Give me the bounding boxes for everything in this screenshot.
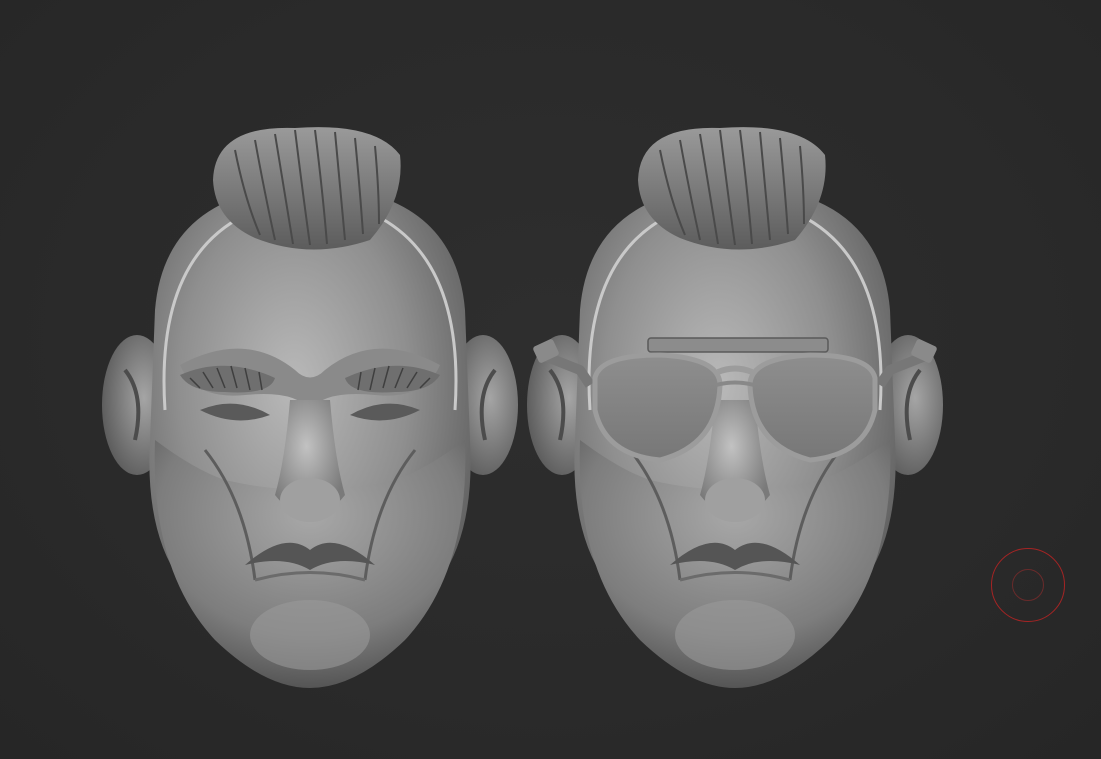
sculpt-head-with-sunglasses-icon	[527, 127, 943, 688]
viewport-canvas[interactable]	[0, 0, 1101, 759]
sculpt-head-left[interactable]	[95, 110, 525, 710]
brush-inner-ring	[1012, 569, 1044, 601]
brush-cursor-icon	[991, 548, 1065, 622]
sculpt-head-icon	[102, 127, 518, 688]
sculpt-head-right[interactable]	[520, 110, 950, 710]
